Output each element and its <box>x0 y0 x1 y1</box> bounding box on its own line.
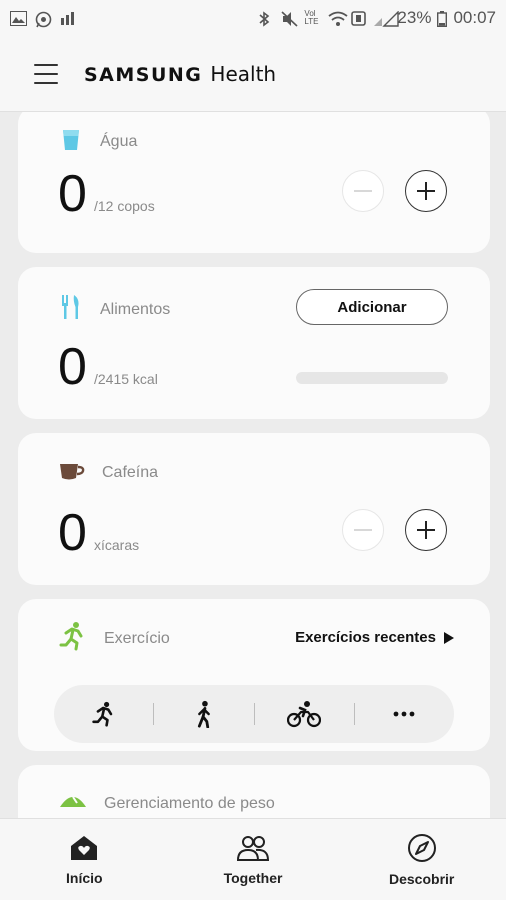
food-count: 0 <box>58 338 87 396</box>
people-icon <box>236 835 270 861</box>
water-card[interactable]: Água 0 /12 copos <box>18 112 490 253</box>
water-increase-button[interactable] <box>405 170 447 212</box>
volte-label: Vol LTE <box>304 9 319 26</box>
water-decrease-button[interactable] <box>342 170 384 212</box>
running-shortcut[interactable] <box>54 685 153 743</box>
running-person-icon <box>58 621 88 656</box>
nav-together-label: Together <box>223 869 283 886</box>
caffeine-count: 0 <box>58 504 87 562</box>
weight-card[interactable]: Gerenciamento de peso <box>18 765 490 818</box>
clock: 00:07 <box>453 8 496 27</box>
food-label: Alimentos <box>100 300 171 318</box>
mute-icon <box>281 10 298 27</box>
wifi-icon <box>328 11 348 26</box>
food-card[interactable]: Alimentos Adicionar 0 /2415 kcal <box>18 267 490 419</box>
cycling-shortcut[interactable] <box>255 685 354 743</box>
water-label: Água <box>100 132 138 150</box>
app-header: SAMSUNG Health <box>0 36 506 112</box>
exercise-shortcuts <box>54 685 454 743</box>
status-bar: Vol LTE 23% 00:07 <box>0 0 506 36</box>
caffeine-increase-button[interactable] <box>405 509 447 551</box>
nav-discover-label: Descobrir <box>389 870 455 887</box>
coffee-cup-icon <box>58 459 86 486</box>
caffeine-decrease-button[interactable] <box>342 509 384 551</box>
home-heart-icon <box>71 835 98 860</box>
more-exercises-button[interactable] <box>355 685 454 743</box>
recent-exercises-link[interactable]: Exercícios recentes <box>295 629 454 646</box>
more-dots-icon <box>393 711 415 717</box>
nav-home[interactable]: Início <box>0 819 169 900</box>
nav-discover[interactable]: Descobrir <box>337 819 506 900</box>
whatsapp-icon <box>35 11 52 27</box>
cycling-icon <box>287 701 322 728</box>
water-goal: /12 copos <box>94 198 155 214</box>
calorie-progress-bar <box>296 372 448 384</box>
water-cup-icon <box>58 126 84 157</box>
water-count: 0 <box>58 165 87 223</box>
nav-together[interactable]: Together <box>169 819 338 900</box>
weight-label: Gerenciamento de peso <box>104 794 275 812</box>
nav-home-label: Início <box>66 869 103 886</box>
menu-button[interactable] <box>34 63 58 84</box>
food-goal: /2415 kcal <box>94 371 158 387</box>
compass-icon <box>407 833 436 862</box>
battery-icon <box>437 10 448 27</box>
signal-bars-icon <box>60 11 77 26</box>
brand-health: Health <box>210 61 277 86</box>
brand-samsung: SAMSUNG <box>84 63 203 86</box>
minus-icon <box>354 190 372 192</box>
dashboard-scroll[interactable]: Água 0 /12 copos Alimentos Adicionar 0 /… <box>0 112 506 818</box>
running-icon <box>91 701 112 727</box>
weight-scale-icon <box>58 793 88 814</box>
walking-shortcut[interactable] <box>154 685 253 743</box>
recent-exercises-label: Exercícios recentes <box>295 629 436 646</box>
cell-signal-icon <box>374 9 400 27</box>
fork-knife-icon <box>58 293 84 326</box>
exercise-label: Exercício <box>104 629 170 647</box>
caffeine-label: Cafeína <box>102 463 159 481</box>
plus-icon <box>417 521 435 539</box>
caffeine-unit: xícaras <box>94 537 140 553</box>
battery-percent: 23% <box>397 8 432 27</box>
walking-icon <box>197 700 210 728</box>
menu-icon <box>34 63 58 66</box>
play-arrow-icon <box>444 631 454 644</box>
nfc-icon <box>351 10 368 26</box>
caffeine-card[interactable]: Cafeína 0 xícaras <box>18 433 490 585</box>
minus-icon <box>354 529 372 531</box>
exercise-card[interactable]: Exercício Exercícios recentes <box>18 599 490 751</box>
plus-icon <box>417 182 435 200</box>
bluetooth-icon <box>258 10 275 27</box>
add-food-button[interactable]: Adicionar <box>296 289 448 325</box>
app-logo: SAMSUNG Health <box>84 62 276 86</box>
gallery-icon <box>10 10 27 26</box>
bottom-navigation: Início Together Descobrir <box>0 818 506 900</box>
